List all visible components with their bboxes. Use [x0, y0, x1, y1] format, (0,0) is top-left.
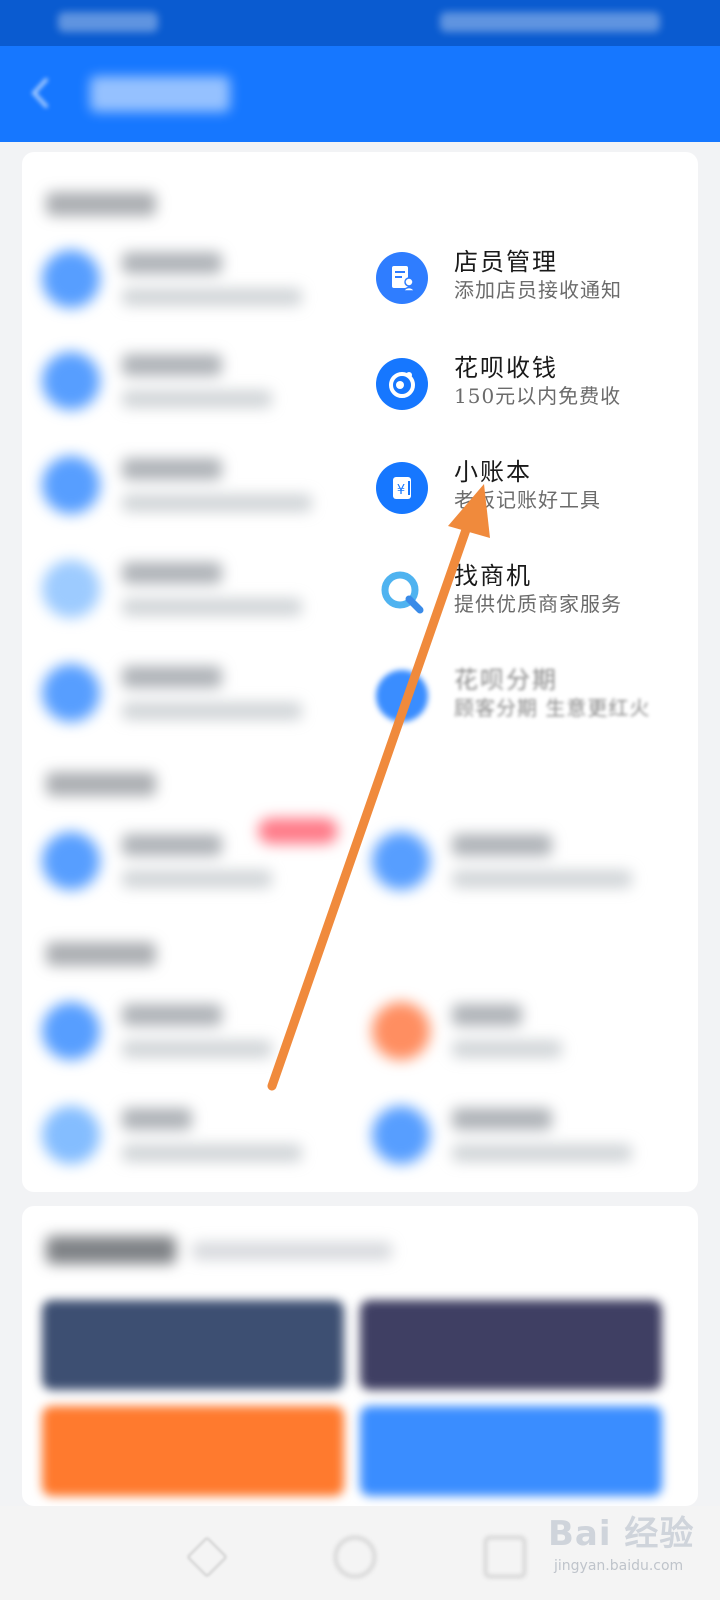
status-left-blurred [58, 12, 158, 32]
service-subtitle: 添加店员接收通知 [454, 278, 622, 302]
service-title: 小账本 [454, 458, 532, 486]
service-subtitle: 150元以内免费收 [454, 384, 622, 408]
help-tile-3[interactable] [42, 1406, 344, 1496]
staff-management-icon [376, 252, 428, 304]
service-subtitle: 提供优质商家服务 [454, 592, 622, 616]
service-title: 找商机 [454, 562, 532, 590]
huabei-collect-icon [376, 358, 428, 410]
services-card: 店员管理 添加店员接收通知 花呗收钱 150元以内免费收 ¥ 小账本 老板记账好… [22, 152, 698, 1192]
status-right-blurred [440, 12, 660, 32]
nav-recents-icon[interactable] [484, 1536, 526, 1578]
watermark-logo: Bai 经验 [548, 1514, 695, 1554]
help-tile-4[interactable] [360, 1406, 662, 1496]
service-title: 花呗收钱 [454, 354, 558, 382]
watermark-url: jingyan.baidu.com [554, 1558, 684, 1574]
service-subtitle: 老板记账好工具 [454, 488, 601, 512]
huabei-installment-icon [376, 670, 428, 722]
watermark: Bai 经验 jingyan.baidu.com [548, 1496, 716, 1600]
back-icon[interactable] [24, 76, 58, 110]
nav-back-icon[interactable] [186, 1536, 228, 1578]
service-subtitle: 顾客分期 生意更红火 [454, 696, 651, 720]
find-business-icon [376, 566, 428, 618]
app-header [0, 46, 720, 142]
svg-text:¥: ¥ [397, 483, 405, 498]
ledger-icon: ¥ [376, 462, 428, 514]
service-title: 花呗分期 [454, 666, 558, 694]
status-bar [0, 0, 720, 46]
help-tile-1[interactable] [42, 1300, 344, 1390]
service-title: 店员管理 [454, 248, 558, 276]
nav-home-icon[interactable] [334, 1536, 376, 1578]
page-title-blurred [90, 76, 230, 112]
help-card [22, 1206, 698, 1506]
help-tile-2[interactable] [360, 1300, 662, 1390]
